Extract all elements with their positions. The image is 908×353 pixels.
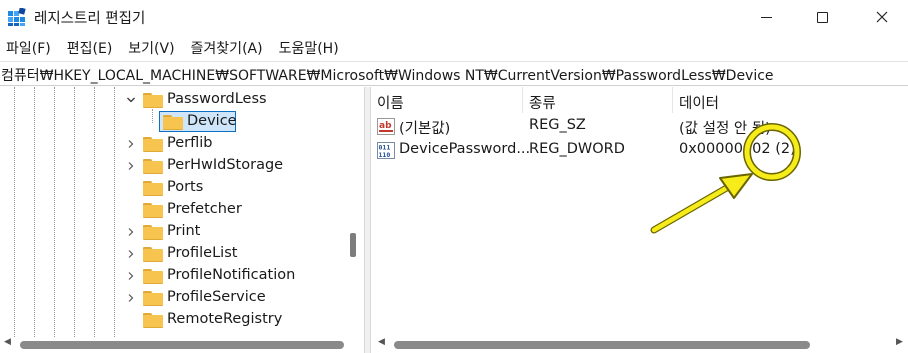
chevron-right-icon[interactable] [126, 133, 136, 155]
tree-item-ports[interactable]: Ports [0, 177, 364, 199]
svg-text:ab: ab [379, 121, 392, 131]
value-row-default[interactable]: ab (기본값) REG_SZ (값 설정 안 됨) [371, 115, 908, 139]
svg-text:110: 110 [379, 151, 391, 159]
tree-item-prefetcher[interactable]: Prefetcher [0, 199, 364, 221]
tree-item-remoteregistry[interactable]: RemoteRegistry [0, 309, 364, 331]
tree-item-label: Print [167, 223, 201, 239]
chevron-right-icon[interactable] [126, 155, 136, 177]
tree-item-profilenotification[interactable]: ProfileNotification [0, 265, 364, 287]
address-bar[interactable]: 컴퓨터₩HKEY_LOCAL_MACHINE₩SOFTWARE₩Microsof… [0, 61, 908, 86]
tree-item-label: PasswordLess [167, 91, 267, 107]
chevron-right-icon[interactable] [126, 287, 136, 309]
value-type: REG_SZ [529, 117, 586, 133]
chevron-right-icon[interactable] [126, 265, 136, 287]
folder-icon [143, 159, 163, 174]
chevron-down-icon[interactable] [126, 89, 136, 111]
maximize-button[interactable] [792, 0, 852, 34]
chevron-right-icon[interactable] [126, 243, 136, 265]
scroll-left-icon[interactable]: ◀ [4, 337, 11, 347]
value-data: 0x00000002 (2) [679, 141, 796, 157]
title-bar: 레지스트리 편집기 [0, 0, 908, 36]
menu-file[interactable]: 파일(F) [0, 36, 59, 60]
list-horizontal-scrollbar[interactable] [394, 341, 810, 349]
tree-item-profileservice[interactable]: ProfileService [0, 287, 364, 309]
value-name: (기본값) [399, 121, 451, 137]
value-type: REG_DWORD [529, 141, 625, 157]
folder-icon [143, 269, 163, 284]
scroll-right-icon[interactable]: ▶ [896, 337, 903, 347]
column-header-data[interactable]: 데이터 [673, 87, 908, 113]
tree-item-label: Device [187, 113, 237, 129]
menu-favorites[interactable]: 즐겨찾기(A) [183, 36, 271, 60]
folder-icon [143, 247, 163, 262]
folder-icon [143, 203, 163, 218]
tree-item-device[interactable]: Device [0, 111, 364, 133]
key-tree-pane[interactable]: PasswordLess Device Perflib PerHwIdStora… [0, 87, 364, 353]
close-icon [876, 11, 888, 23]
tree-item-label: ProfileService [167, 289, 266, 305]
maximize-icon [816, 11, 828, 23]
regedit-icon [8, 8, 26, 26]
column-header-name[interactable]: 이름 [371, 87, 523, 113]
menu-view[interactable]: 보기(V) [120, 36, 182, 60]
tree-item-label: ProfileNotification [167, 267, 296, 283]
folder-icon [163, 115, 183, 130]
tree-item-print[interactable]: Print [0, 221, 364, 243]
close-button[interactable] [852, 0, 908, 34]
tree-vertical-scrollbar[interactable] [350, 233, 356, 257]
value-name: DevicePassword... [399, 141, 531, 157]
pane-splitter[interactable] [364, 87, 371, 353]
minimize-button[interactable] [736, 0, 796, 34]
folder-icon [143, 225, 163, 240]
folder-icon [143, 137, 163, 152]
tree-item-label: Ports [167, 179, 204, 195]
tree-item-label: Prefetcher [167, 201, 242, 217]
folder-icon [143, 291, 163, 306]
tree-item-perflib[interactable]: Perflib [0, 133, 364, 155]
tree-item-label: Perflib [167, 135, 213, 151]
menu-edit[interactable]: 편집(E) [59, 36, 121, 60]
tree-item-label: PerHwIdStorage [167, 157, 284, 173]
address-path[interactable]: 컴퓨터₩HKEY_LOCAL_MACHINE₩SOFTWARE₩Microsof… [1, 68, 774, 84]
column-header-type[interactable]: 종류 [523, 87, 673, 113]
tree-item-profilelist[interactable]: ProfileList [0, 243, 364, 265]
value-data: (값 설정 안 됨) [679, 121, 771, 137]
binary-value-icon: 011 110 [377, 142, 395, 159]
string-value-icon: ab [377, 118, 395, 135]
menu-bar: 파일(F) 편집(E) 보기(V) 즐겨찾기(A) 도움말(H) [0, 36, 908, 60]
minimize-icon [760, 16, 772, 18]
folder-icon [143, 181, 163, 196]
chevron-right-icon[interactable] [126, 221, 136, 243]
window-title: 레지스트리 편집기 [34, 11, 146, 27]
folder-icon [143, 313, 163, 328]
values-list-pane[interactable]: 이름 종류 데이터 ab (기본값) REG_SZ (값 설정 안 됨) 011… [371, 87, 908, 353]
tree-item-label: RemoteRegistry [167, 311, 283, 327]
tree-item-perhwidstorage[interactable]: PerHwIdStorage [0, 155, 364, 177]
folder-icon [143, 93, 163, 108]
tree-item-label: ProfileList [167, 245, 238, 261]
tree-horizontal-scrollbar[interactable] [20, 341, 344, 349]
value-row-devicepassword[interactable]: 011 110 DevicePassword... REG_DWORD 0x00… [371, 139, 908, 163]
tree-item-passwordless[interactable]: PasswordLess [0, 89, 364, 111]
scroll-left-icon[interactable]: ◀ [378, 337, 385, 347]
menu-help[interactable]: 도움말(H) [271, 36, 347, 60]
